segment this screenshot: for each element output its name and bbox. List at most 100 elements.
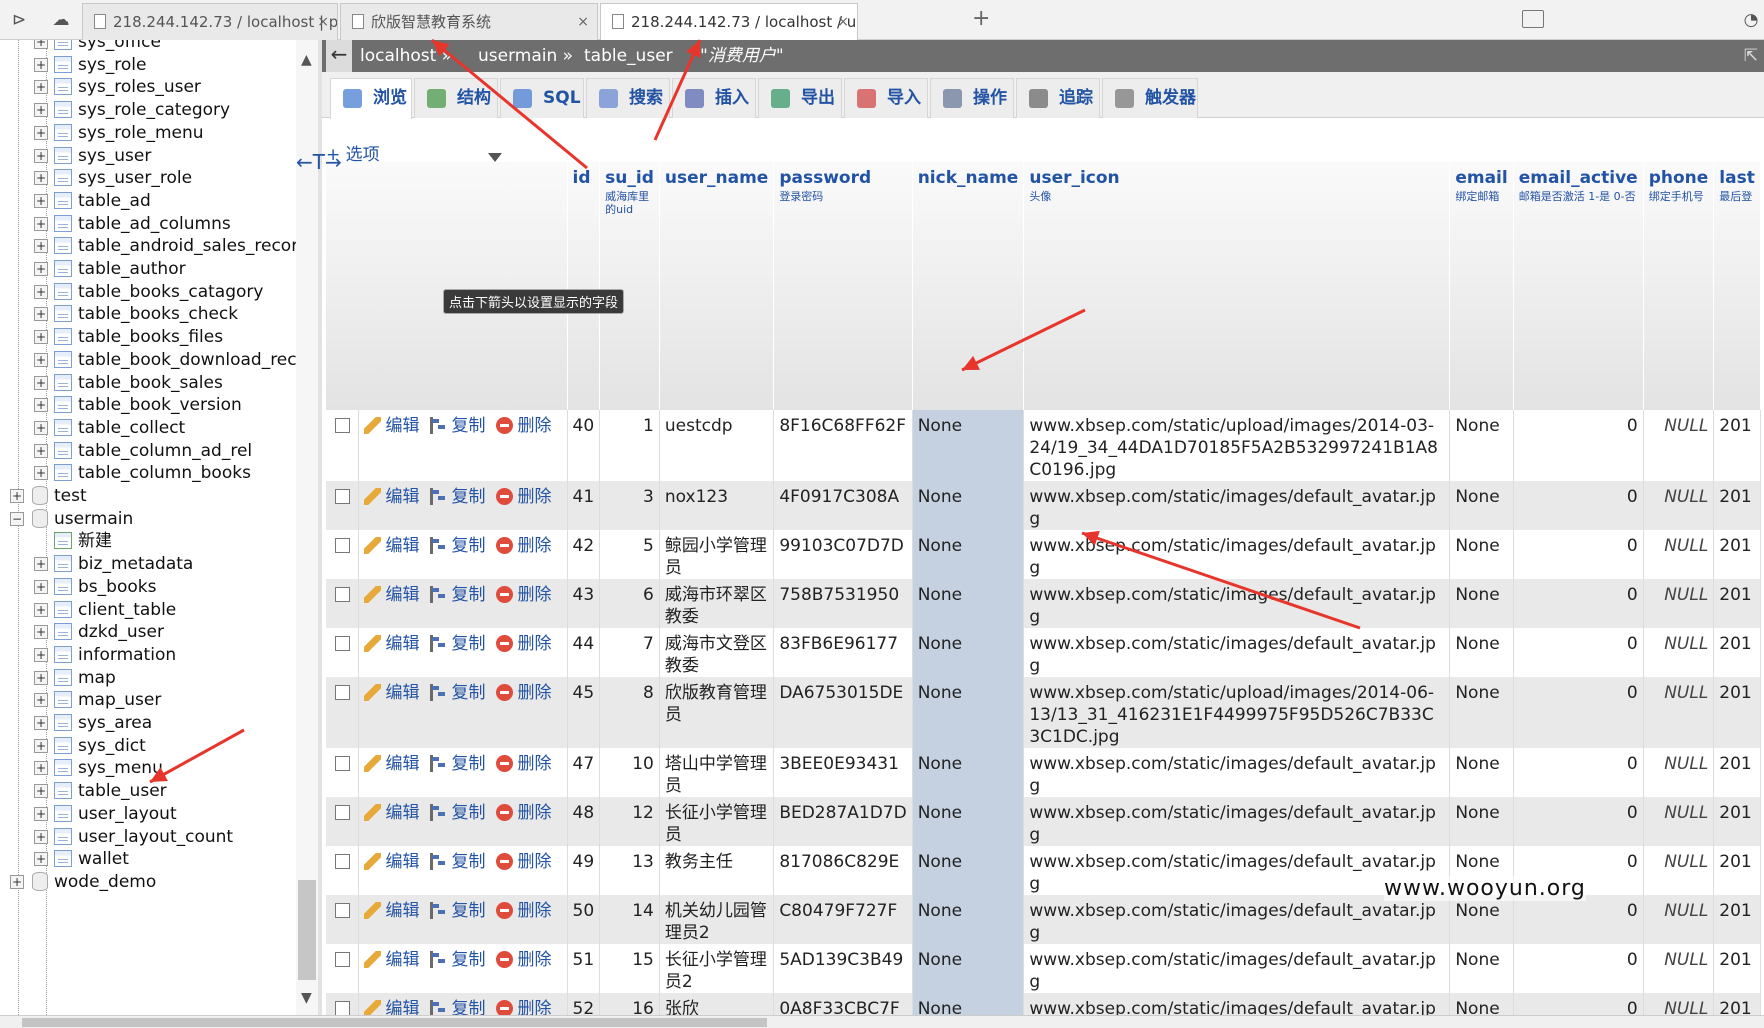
cell-nick-name[interactable]: None [912,993,1025,1015]
cell-nick-name[interactable]: None [912,481,1025,530]
column-header-su-id[interactable]: su_id 威海库里的uid [599,162,660,410]
copy-button[interactable]: 复制 [429,802,486,824]
cell-id[interactable]: 52 [567,993,601,1015]
cell-su-id[interactable]: 15 [599,944,660,993]
cell-su-id[interactable]: 16 [599,993,660,1015]
edit-button[interactable]: 编辑 [363,415,420,437]
edit-button[interactable]: 编辑 [363,851,420,873]
cell-last[interactable]: 201 [1713,677,1761,748]
tab-browse[interactable]: 浏览 [330,78,412,119]
cell-user-icon[interactable]: www.xbsep.com/static/images/default_avat… [1023,797,1451,846]
new-tab-button[interactable]: + [972,6,990,31]
cell-user-icon[interactable]: www.xbsep.com/static/images/default_avat… [1023,944,1451,993]
cell-user-name[interactable]: 欣版教育管理员 [659,677,775,748]
cell-phone[interactable]: NULL [1643,846,1715,895]
tab-eye[interactable]: 追踪 [1016,78,1100,118]
column-header-user-icon[interactable]: user_icon 头像 [1023,162,1451,410]
cell-user-name[interactable]: 威海市环翠区教委 [659,579,775,628]
cell-password[interactable]: 99103C07D7D [773,530,913,579]
tab-export[interactable]: 导出 [758,78,842,118]
cell-su-id[interactable]: 3 [599,481,660,530]
cell-user-icon[interactable]: www.xbsep.com/static/images/default_avat… [1023,748,1451,797]
breadcrumb-table[interactable]: table_user [584,40,673,72]
cell-password[interactable]: 3BEE0E93431 [773,748,913,797]
cell-email-active[interactable]: 0 [1513,677,1644,748]
copy-button[interactable]: 复制 [429,949,486,971]
cell-nick-name[interactable]: None [912,846,1025,895]
expand-icon[interactable]: + [34,375,48,390]
column-name[interactable]: su_id [605,168,654,188]
table-row[interactable]: 编辑 复制 删除 51 15 长征小学管理员2 5AD139C3B49 None www.xbs… [326,944,1761,993]
column-header-phone[interactable]: phone 绑定手机号 [1643,162,1715,410]
edit-button[interactable]: 编辑 [363,633,420,655]
cell-phone[interactable]: NULL [1643,628,1715,677]
cell-nick-name[interactable]: None [912,530,1025,579]
cell-user-name[interactable]: 张欣 [659,993,775,1015]
cell-last[interactable]: 201 [1713,846,1761,895]
cell-email[interactable]: None [1449,944,1514,993]
cell-phone[interactable]: NULL [1643,993,1715,1015]
expand-icon[interactable]: + [34,330,48,345]
cell-phone[interactable]: NULL [1643,944,1715,993]
row-checkbox[interactable] [335,854,350,869]
copy-button[interactable]: 复制 [429,633,486,655]
cell-nick-name[interactable]: None [912,748,1025,797]
cell-user-icon[interactable]: www.xbsep.com/static/upload/images/2014-… [1023,677,1451,748]
expand-icon[interactable]: + [34,738,48,753]
expand-icon[interactable]: + [10,489,24,503]
expand-icon[interactable]: + [34,761,48,776]
cell-password[interactable]: C80479F727F [773,895,913,944]
cell-su-id[interactable]: 12 [599,797,660,846]
delete-button[interactable]: 删除 [495,584,552,606]
sidebar-toggle-icon[interactable]: ⊳ [6,8,32,32]
cell-last[interactable]: 201 [1713,530,1761,579]
cell-id[interactable]: 45 [567,677,601,748]
cell-nick-name[interactable]: None [912,579,1025,628]
cell-nick-name[interactable]: None [912,944,1025,993]
expand-icon[interactable]: + [34,216,48,231]
expand-icon[interactable]: + [34,239,48,254]
cell-email[interactable]: None [1449,895,1514,944]
cell-id[interactable]: 50 [567,895,601,944]
cell-user-name[interactable]: 鲸园小学管理员 [659,530,775,579]
cell-password[interactable]: 5AD139C3B49 [773,944,913,993]
close-tab-icon[interactable]: × [317,4,329,40]
cell-last[interactable]: 201 [1713,748,1761,797]
column-header-user-name[interactable]: user_name [659,162,775,410]
expand-icon[interactable]: + [34,420,48,435]
cell-email-active[interactable]: 0 [1513,797,1644,846]
browser-tab-phpmyadmin[interactable]: 218.244.142.73 / localhost | php × [82,3,338,40]
scroll-down-icon[interactable]: ▼ [301,990,312,1006]
cell-email[interactable]: None [1449,579,1514,628]
tab-structure[interactable]: 结构 [414,78,498,118]
cell-user-icon[interactable]: www.xbsep.com/static/images/default_avat… [1023,628,1451,677]
expand-icon[interactable]: + [34,716,48,730]
table-row[interactable]: 编辑 复制 删除 48 12 长征小学管理员 BED287A1D7D None www.xbse… [326,797,1761,846]
cell-user-name[interactable]: nox123 [659,481,775,530]
row-checkbox[interactable] [335,636,350,651]
column-header-email[interactable]: email 绑定邮箱 [1449,162,1514,410]
copy-button[interactable]: 复制 [429,753,486,775]
cell-user-icon[interactable]: www.xbsep.com/static/upload/images/2014-… [1023,410,1451,481]
cell-user-name[interactable]: 威海市文登区教委 [659,628,775,677]
row-checkbox[interactable] [335,489,350,504]
table-row[interactable]: 编辑 复制 删除 45 8 欣版教育管理员 DA6753015DE None www.xbsep… [326,677,1761,748]
delete-button[interactable]: 删除 [495,753,552,775]
cell-phone[interactable]: NULL [1643,797,1715,846]
sidebar-scrollbar[interactable]: ▲ ▼ [296,40,318,1015]
expand-icon[interactable]: + [34,557,48,572]
cell-user-icon[interactable]: www.xbsep.com/static/images/default_avat… [1023,481,1451,530]
collapse-icon[interactable]: ⇱ [1744,40,1758,72]
column-name[interactable]: email [1455,168,1507,188]
cell-password[interactable]: DA6753015DE [773,677,913,748]
tab-sql[interactable]: SQL [500,78,584,118]
tab-insert[interactable]: 插入 [672,78,756,118]
edit-button[interactable]: 编辑 [363,802,420,824]
tab-import[interactable]: 导入 [844,78,928,118]
cell-last[interactable]: 201 [1713,410,1761,481]
expand-icon[interactable]: + [34,693,48,708]
sidebar-scroll-thumb[interactable] [298,880,316,980]
copy-button[interactable]: 复制 [429,998,486,1015]
row-checkbox[interactable] [335,805,350,820]
cell-user-name[interactable]: 长征小学管理员 [659,797,775,846]
